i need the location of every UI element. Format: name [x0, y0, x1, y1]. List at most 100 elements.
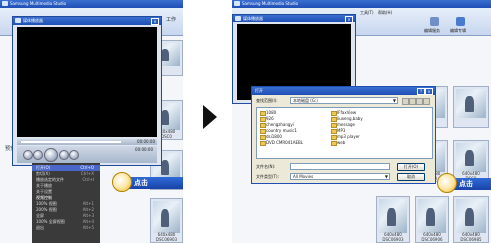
folder-item[interactable]: 926	[260, 116, 274, 122]
pointer-hand-icon	[112, 172, 132, 192]
time-display: 00:00:00	[137, 139, 155, 144]
menu-item-label: 退出	[36, 225, 44, 230]
forward-icon[interactable]	[59, 150, 69, 160]
folder-item[interactable]: web	[331, 140, 345, 146]
thumbnail-image	[153, 201, 180, 233]
app-title: Samsung Multimedia Studio	[10, 1, 67, 6]
close-icon[interactable]: ×	[151, 18, 159, 25]
seek-track	[21, 141, 121, 143]
chevron-down-icon: ▼	[384, 174, 388, 179]
app-titlebar: Samsung Multimedia Studio	[232, 0, 491, 8]
thumbnail[interactable]: 640x480 DSC0	[453, 140, 489, 182]
media-player-window: 媒体播放器 × 00:00:00 00:00:00	[12, 16, 162, 166]
view-menu-icon[interactable]	[423, 98, 430, 105]
menu-item-exit[interactable]: 退出 Alt+5	[32, 225, 100, 231]
thumbnail-image	[456, 199, 486, 233]
menu-item-label: 关于设置	[36, 189, 52, 194]
edit-service-icon[interactable]	[430, 17, 439, 26]
menu-item-label: 关于播放	[36, 183, 52, 188]
app-title: Samsung Multimedia Studio	[242, 1, 299, 6]
dialog-title: 打开	[255, 88, 263, 93]
app-logo-icon	[234, 1, 240, 6]
right-screenshot: Samsung Multimedia Studio 工具(T) 帮助(H) 编辑…	[232, 0, 491, 243]
dialog-titlebar: 打开 ? ×	[252, 87, 435, 95]
folder-item[interactable]: message	[331, 122, 355, 128]
filetype-label: 文件类型(T):	[256, 174, 279, 179]
app-titlebar: Samsung Multimedia Studio	[0, 0, 183, 8]
thumbnail-caption: 640x480 DSC06903	[155, 232, 178, 242]
rewind-icon[interactable]	[33, 150, 43, 160]
menu-item-label: 200% 视图	[36, 207, 57, 212]
control-bar: 00:00:00	[17, 146, 157, 163]
thumbnail[interactable]: 640x480 DSC06903	[150, 198, 183, 243]
click-callout: 点击	[112, 172, 183, 192]
thumbnail[interactable]: 640x480 DSC06903	[376, 196, 410, 243]
chevron-down-icon: ▼	[392, 98, 396, 103]
new-folder-icon[interactable]	[416, 98, 423, 105]
thumbnail-caption: 640x480 DSC06906	[421, 232, 443, 242]
next-icon[interactable]	[69, 150, 79, 160]
folder-item[interactable]: MP3	[331, 128, 345, 134]
app-logo-icon	[2, 1, 8, 6]
thumbnail-caption: 640x480 DSC06985	[460, 232, 482, 242]
cancel-button[interactable]: 取消	[397, 173, 425, 181]
folder-item[interactable]: mp3 player	[331, 134, 360, 140]
menu-item-label: 播放选定的文件	[36, 177, 64, 182]
thumbnail-caption: 640x480 DSC06903	[382, 232, 404, 242]
close-icon[interactable]: ×	[345, 16, 353, 23]
player-title: 媒体播放器	[23, 18, 43, 23]
seek-bar[interactable]: 00:00:00	[17, 139, 157, 145]
folder-item[interactable]: DVD CMR041AEBL	[260, 140, 303, 146]
click-callout-label: 点击	[459, 180, 473, 188]
pointer-hand-icon	[437, 173, 457, 193]
menu-item-shortcut: Alt+5	[82, 225, 94, 230]
context-menu: 打开(O) Ctrl+O 剪切(X) Ctrl+X 播放选定的文件 Ctrl+I 关于…	[32, 163, 100, 243]
thumbnail[interactable]: 640x480 DSC06906	[415, 196, 449, 243]
player-title: 媒体播放器	[243, 16, 263, 21]
up-folder-icon[interactable]	[409, 98, 416, 105]
folder-item[interactable]: liuxeng,baby	[331, 116, 363, 122]
thumbnail-image	[456, 143, 486, 172]
menu-help[interactable]: 帮助(H)	[378, 10, 392, 16]
file-list[interactable]: 1080 926 chengzhangyi country music1 dsi…	[256, 107, 433, 159]
edit-album-icon[interactable]	[456, 17, 465, 26]
thumbnail[interactable]: 640x480 DSC06985	[453, 196, 489, 243]
menu-item-label: 打开(O)	[36, 165, 51, 170]
player-titlebar: 媒体播放器 ×	[13, 17, 161, 25]
player-logo-icon	[235, 16, 241, 21]
close-icon[interactable]: ×	[425, 88, 433, 95]
video-area	[17, 27, 157, 137]
thumbnail-image	[379, 199, 407, 233]
lookin-select[interactable]: 本地磁盘 (G:) ▼	[290, 97, 398, 104]
folder-item[interactable]: chengzhangyi	[260, 122, 294, 128]
stop-icon[interactable]	[23, 150, 33, 160]
menu-item-label: 剪切(X)	[36, 171, 50, 176]
filename-input[interactable]	[290, 163, 390, 170]
menu-item-label: 视频控制	[36, 195, 52, 200]
thumbnail-image	[456, 89, 486, 118]
folder-item[interactable]: country music1	[260, 128, 297, 134]
side-label-work: 工作	[166, 17, 177, 23]
folder-item[interactable]: dsi1800	[260, 134, 282, 140]
lookin-label: 查找范围(I):	[256, 98, 278, 103]
thumbnail-image	[418, 199, 446, 233]
menu-tools[interactable]: 工具(T)	[360, 10, 374, 16]
filetype-value: All Movies	[293, 174, 314, 179]
next-step-arrow-icon	[203, 105, 217, 129]
filename-label: 文件名(N):	[256, 164, 276, 169]
open-button[interactable]: 打开(O)	[397, 163, 425, 171]
thumbnail[interactable]	[453, 86, 489, 128]
play-icon[interactable]	[44, 148, 58, 162]
player-logo-icon	[15, 18, 21, 23]
folder-item[interactable]: IFfaxView	[331, 110, 356, 116]
filetype-select[interactable]: All Movies ▼	[290, 173, 390, 180]
menu-item-label: 全屏	[36, 213, 44, 218]
open-dialog: 打开 ? × 查找范围(I): 本地磁盘 (G:) ▼ 1080 926 che…	[251, 86, 436, 184]
toolbar-edit-service[interactable]: 编辑服务	[424, 28, 440, 34]
click-callout: 点击	[437, 173, 491, 193]
toolbar-edit-album[interactable]: 编辑专辑	[450, 28, 466, 34]
menu-item-label: 100% 视图	[36, 201, 57, 206]
folder-item[interactable]: 1080	[260, 110, 276, 116]
help-icon[interactable]: ?	[417, 88, 425, 95]
back-icon[interactable]	[402, 98, 409, 105]
